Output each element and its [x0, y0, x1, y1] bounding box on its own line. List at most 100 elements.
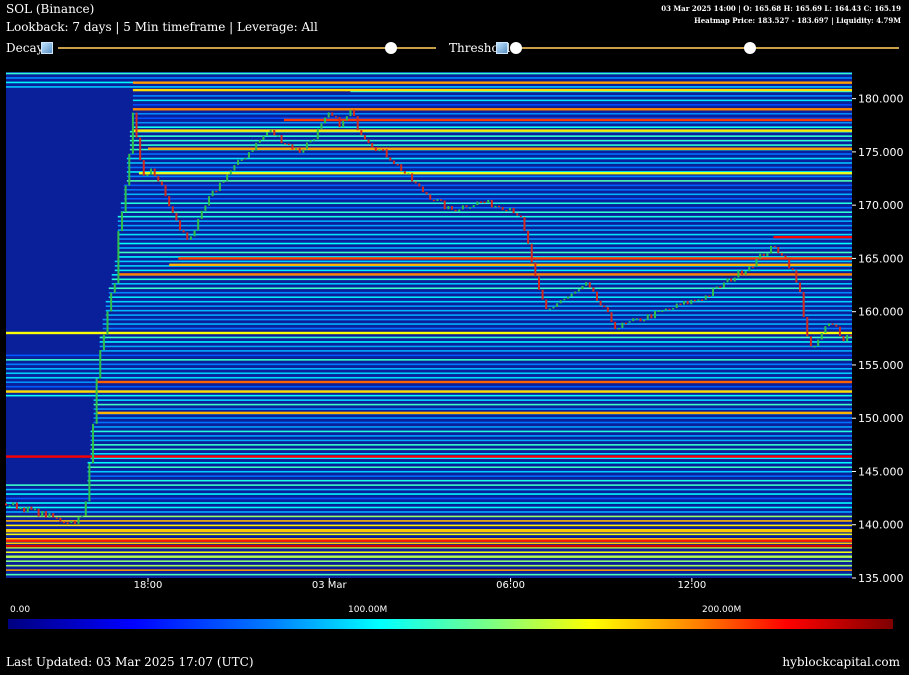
heatmap-band: [6, 538, 852, 540]
heatmap-band: [138, 172, 852, 175]
price-candle: [639, 318, 642, 322]
price-candle: [737, 270, 740, 278]
x-tick-label: 12:00: [677, 580, 706, 591]
price-candle: [432, 199, 435, 202]
price-candle: [820, 333, 823, 340]
price-candle: [189, 236, 192, 240]
price-candle: [313, 139, 316, 141]
price-candle: [88, 463, 91, 502]
heatmap-band: [105, 309, 852, 312]
price-candle: [121, 212, 124, 232]
price-candle: [34, 508, 37, 511]
price-candle: [849, 334, 852, 337]
price-candle: [284, 143, 287, 145]
price-candle: [320, 123, 323, 129]
heatmap-band: [6, 72, 852, 75]
heatmap-band: [132, 126, 852, 128]
heatmap-band: [6, 363, 852, 366]
price-candle: [461, 205, 464, 210]
price-candle: [334, 115, 337, 118]
heatmap-band: [90, 444, 853, 446]
price-candle: [443, 200, 446, 210]
price-candle: [465, 205, 468, 208]
brand-link[interactable]: hyblockcapital.com: [782, 655, 900, 669]
price-candle: [19, 507, 22, 510]
price-candle: [182, 230, 185, 233]
price-candle: [668, 308, 671, 311]
price-candle: [302, 149, 305, 153]
heatmap-band: [93, 426, 852, 428]
price-candle: [436, 199, 439, 201]
heatmap-band: [6, 354, 852, 357]
price-candle: [240, 159, 243, 161]
price-candle: [490, 199, 493, 208]
price-candle: [164, 185, 167, 197]
price-candle: [646, 314, 649, 320]
price-candle: [168, 196, 171, 207]
price-candle: [773, 245, 776, 248]
heatmap-band: [129, 135, 853, 137]
heatmap-band: [132, 81, 852, 84]
heatmap-band: [132, 121, 852, 124]
price-candle: [690, 299, 693, 305]
price-candle: [99, 350, 102, 379]
heatmap-band: [6, 502, 852, 504]
price-candle: [454, 209, 457, 212]
price-candle: [548, 308, 551, 310]
price-candle: [599, 300, 602, 306]
heatmap-band: [117, 229, 853, 231]
price-candle: [84, 501, 87, 516]
price-candle: [505, 209, 508, 212]
price-candle: [37, 508, 40, 517]
price-candle: [751, 266, 754, 269]
price-candle: [614, 321, 617, 330]
heatmap-band: [123, 197, 853, 200]
heatmap-band: [111, 282, 852, 285]
heatmap-band: [6, 455, 852, 458]
heatmap-band: [90, 430, 853, 433]
heatmap-band: [126, 157, 853, 160]
price-candle: [113, 283, 116, 293]
price-candle: [813, 346, 816, 348]
price-candle: [545, 299, 548, 310]
heatmap-band: [6, 506, 852, 509]
heatmap-band: [99, 341, 852, 343]
heatmap-band: [93, 403, 852, 406]
price-candle: [392, 160, 395, 164]
heatmap-band: [6, 394, 852, 397]
colorbar: [8, 619, 893, 629]
heatmap-band: [117, 242, 853, 245]
price-candle: [157, 176, 160, 182]
colorbar-tick-label: 200.00M: [702, 605, 742, 615]
price-candle: [81, 515, 84, 518]
price-candle: [106, 311, 109, 335]
price-candle: [755, 258, 758, 267]
price-candle: [8, 505, 11, 507]
price-candle: [842, 335, 845, 342]
price-candle: [44, 511, 47, 518]
y-tick-label: 170.000: [858, 199, 904, 212]
price-candle: [483, 201, 486, 204]
price-candle: [52, 513, 55, 518]
price-candle: [251, 150, 254, 153]
heatmap-band: [6, 544, 852, 548]
heatmap-band: [117, 224, 853, 227]
price-candle: [124, 185, 127, 213]
x-tick-label: 18:00: [134, 580, 163, 591]
price-candle: [577, 289, 580, 292]
price-candle: [610, 312, 613, 322]
price-candle: [418, 183, 421, 187]
heatmap-band: [87, 475, 853, 477]
price-candle: [516, 213, 519, 216]
y-tick-label: 150.000: [858, 412, 904, 425]
liquidation-heatmap-chart[interactable]: 180.000 175.000 170.000 165.000 160.000 155.0…: [0, 0, 909, 600]
heatmap-band: [105, 300, 852, 303]
heatmap-band: [773, 235, 852, 239]
heatmap-band: [111, 278, 852, 281]
price-candle: [592, 287, 595, 292]
y-tick-label: 155.000: [858, 359, 904, 372]
heatmap-band: [6, 493, 852, 495]
price-candle: [309, 140, 312, 143]
price-candle: [356, 116, 359, 131]
price-candle: [566, 296, 569, 299]
